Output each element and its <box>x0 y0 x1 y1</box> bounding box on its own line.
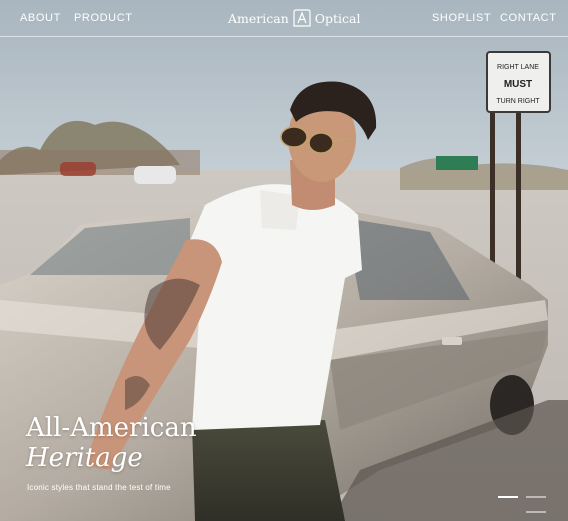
sign-line-1: RIGHT LANE <box>497 64 539 71</box>
hero-title-line-1: All-American <box>26 413 197 443</box>
site-header: ABOUT PRODUCT American Optical SHOPLIST … <box>0 0 568 37</box>
nav-link-about[interactable]: ABOUT <box>20 12 61 24</box>
brand-logo[interactable]: American Optical <box>228 7 361 29</box>
sign-line-2: MUST <box>504 79 532 90</box>
slider-dot-2[interactable] <box>526 496 546 498</box>
hero-title-line-2: Heritage <box>26 443 143 473</box>
brand-name-right: Optical <box>314 10 361 26</box>
sign-line-3: TURN RIGHT <box>496 98 540 105</box>
slider-dot-3[interactable] <box>526 511 546 513</box>
slider-dot-1[interactable] <box>498 496 518 498</box>
nav-link-product[interactable]: PRODUCT <box>74 12 133 24</box>
brand-name-left: American <box>228 10 289 26</box>
ao-monogram-icon <box>293 9 311 27</box>
nav-link-shoplist[interactable]: SHOPLIST <box>432 12 491 24</box>
nav-link-contact[interactable]: CONTACT <box>500 12 557 24</box>
hero-title: All-American Heritage <box>26 413 197 473</box>
hero-subtitle: Iconic styles that stand the test of tim… <box>27 483 171 492</box>
